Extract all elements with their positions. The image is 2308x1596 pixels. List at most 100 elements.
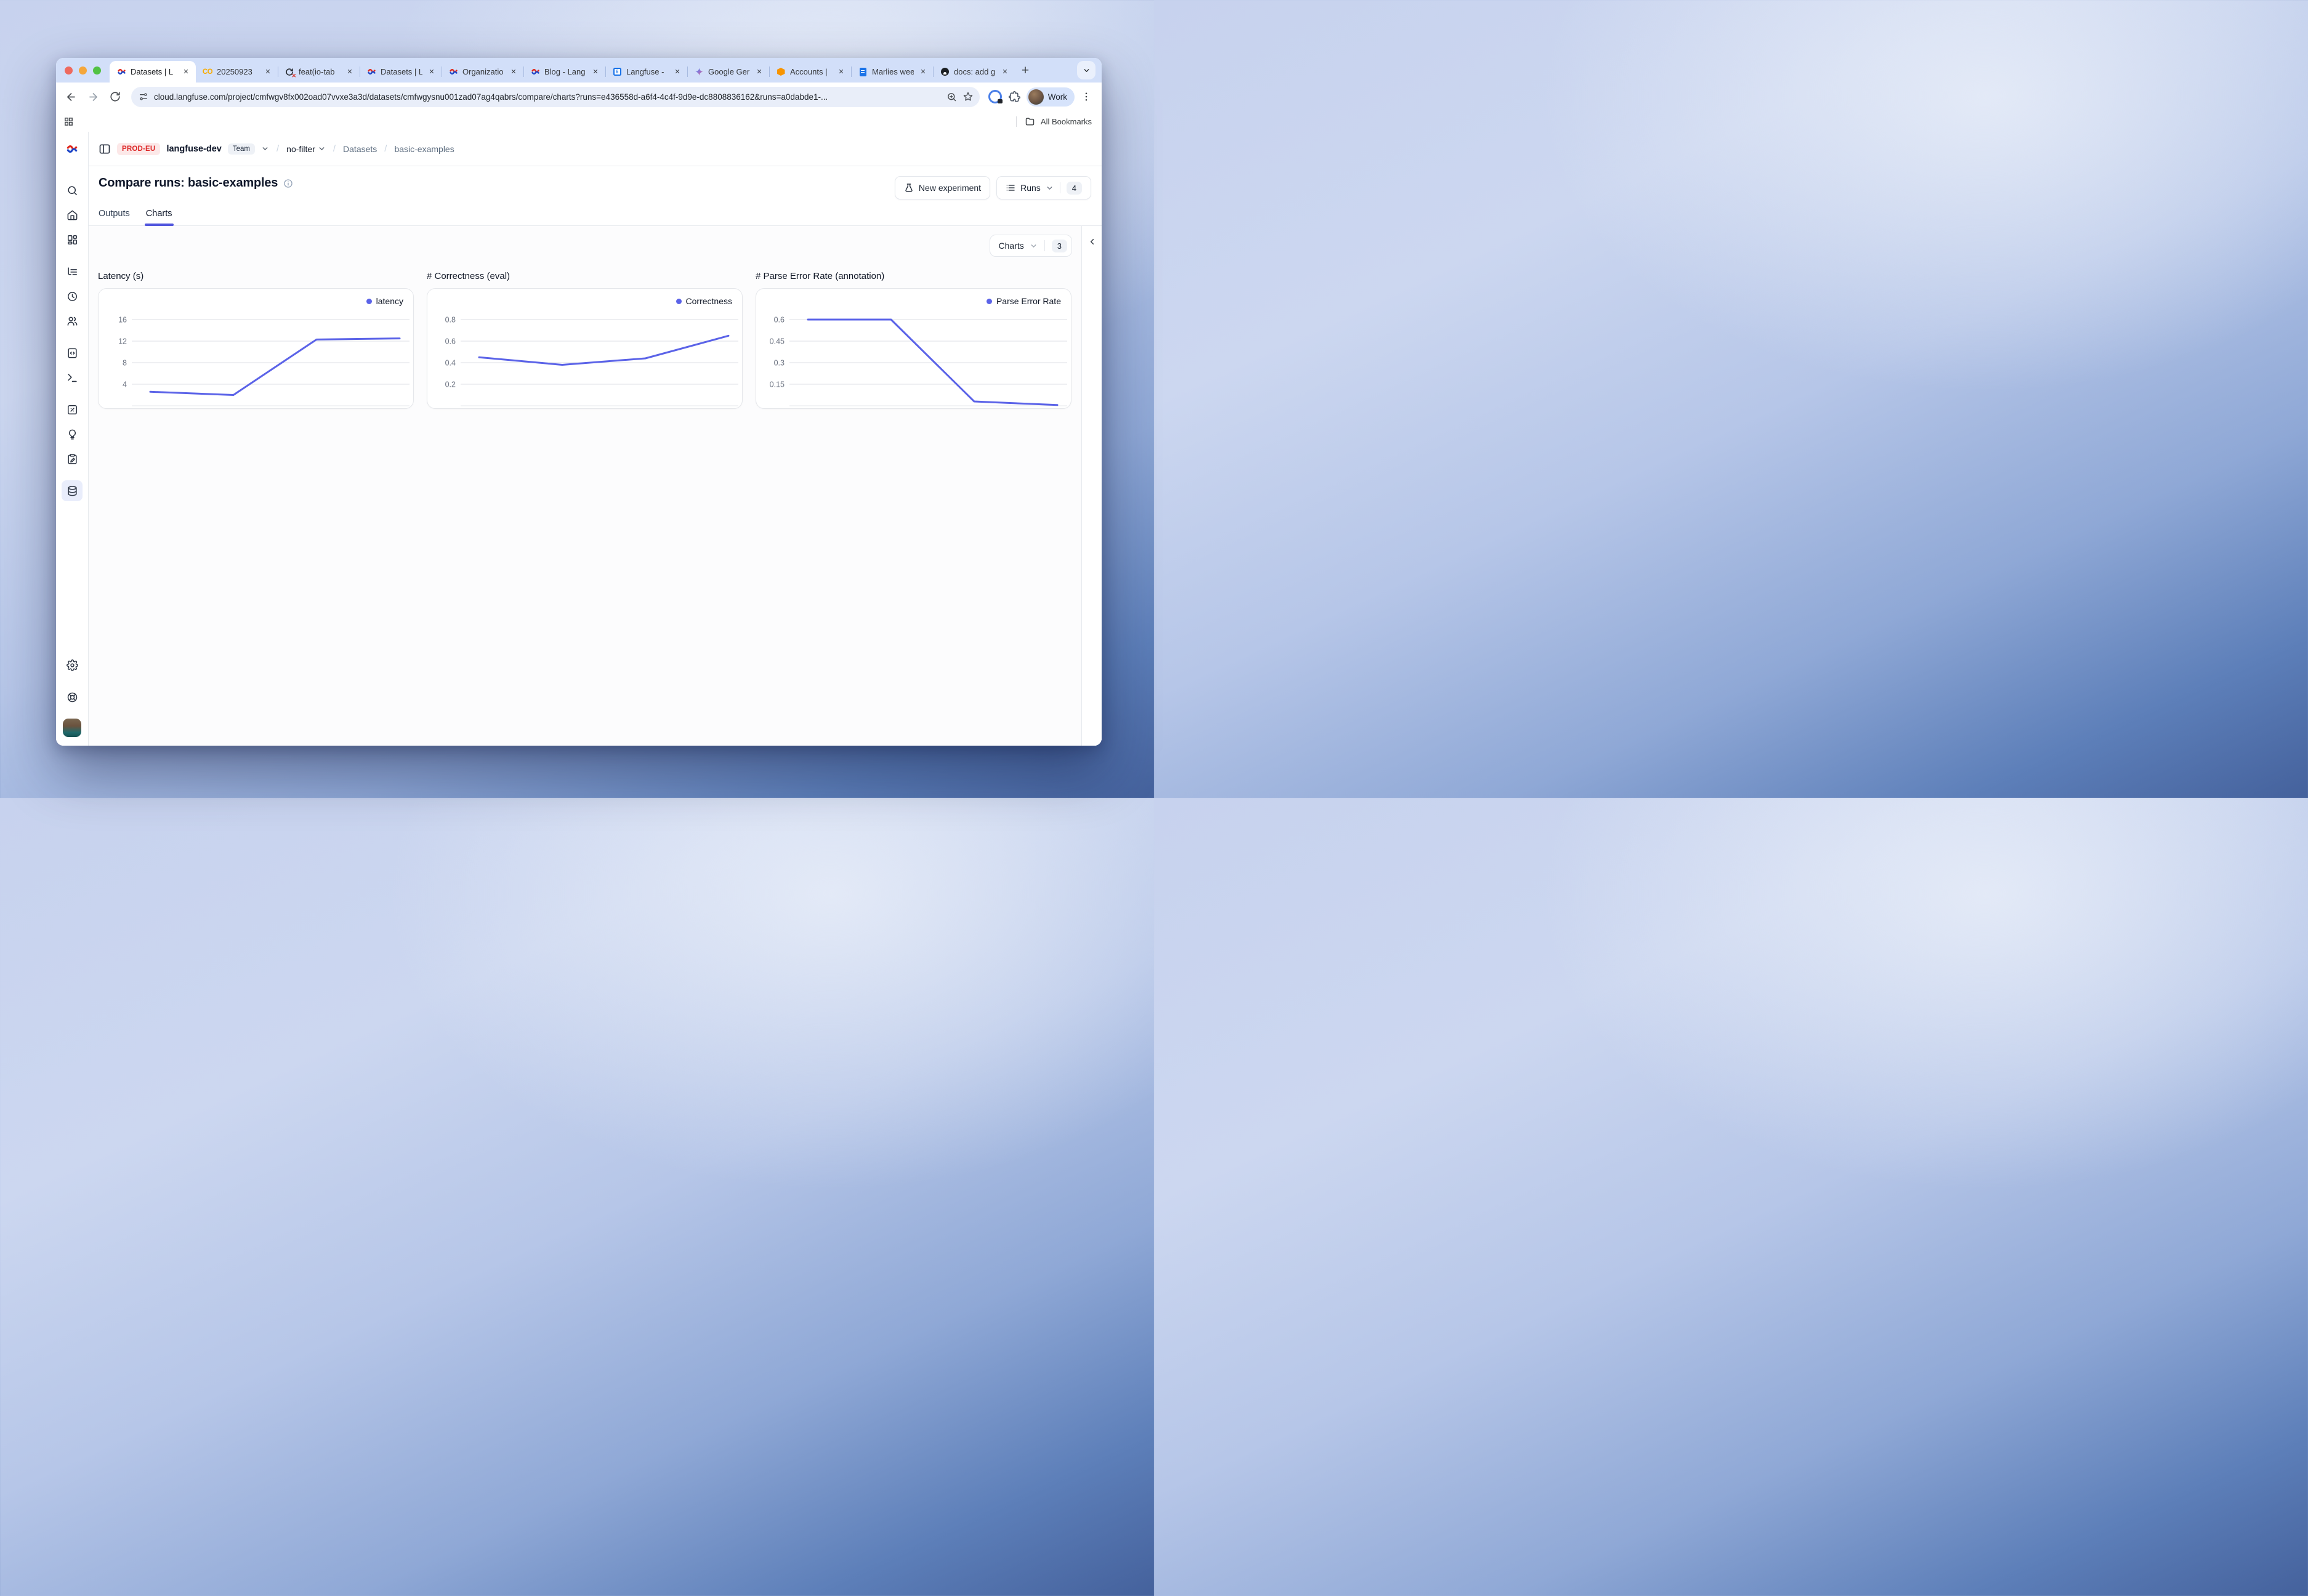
browser-tab-google-ger[interactable]: Google Ger ✕ [687,61,769,83]
tab-close-icon[interactable]: ✕ [754,68,764,76]
lightbulb-icon [67,429,78,440]
terminal-icon [67,372,78,384]
chart-legend: Parse Error Rate [987,296,1061,306]
tab-close-icon[interactable]: ✕ [836,68,846,76]
chart-card[interactable]: 0.60.450.30.15 Parse Error Rate [756,288,1071,409]
user-avatar[interactable] [63,719,81,737]
apps-grid-icon[interactable] [63,116,74,127]
chart-card[interactable]: 161284 latency [98,288,414,409]
organization-name[interactable]: langfuse-dev [166,144,221,154]
reload-button[interactable] [105,87,125,107]
sidebar-item-database[interactable] [62,480,83,501]
langfuse-logo-icon [66,143,78,155]
back-button[interactable] [61,87,81,107]
line-chart: 161284 [99,289,414,409]
sidebar-item-layout-grid[interactable] [62,229,83,250]
browser-profile-chip[interactable]: Work [1027,87,1075,107]
tab-close-icon[interactable]: ✕ [591,68,600,76]
colab-icon: CO [203,67,212,77]
browser-tab-20250923[interactable]: CO 20250923 ✕ [196,61,278,83]
password-manager-extension-icon[interactable] [988,90,1002,103]
new-experiment-button[interactable]: New experiment [895,176,990,200]
browser-tab-datasets-l[interactable]: Datasets | L ✕ [360,61,442,83]
runs-dropdown-button[interactable]: Runs 4 [996,176,1091,200]
langfuse-logo[interactable] [56,132,88,166]
sidebar-item-users[interactable] [62,310,83,331]
sidebar-item-file-code[interactable] [62,342,83,363]
extensions-puzzle-icon[interactable] [1008,91,1020,103]
sidebar-item-clipboard-pen[interactable] [62,448,83,469]
sidebar-toggle-button[interactable] [99,143,111,155]
tab-title: Organizatio [462,67,504,76]
browser-tab-blog-lang[interactable]: Blog - Lang ✕ [523,61,605,83]
list-tree-icon [67,266,78,278]
all-bookmarks[interactable]: All Bookmarks [1016,116,1092,127]
info-icon[interactable] [283,179,293,188]
langfuse-icon [530,67,540,77]
zoom-icon[interactable] [946,92,957,102]
org-switcher-chevron[interactable] [261,145,269,153]
browser-tab-accounts[interactable]: Accounts | ✕ [769,61,851,83]
data-line [479,336,728,365]
sidebar-item-terminal[interactable] [62,367,83,388]
sidebar-item-search[interactable] [62,180,83,201]
tab-close-icon[interactable]: ✕ [1000,68,1010,76]
y-axis-tick: 4 [123,381,127,389]
y-axis-tick: 0.15 [770,381,785,389]
arrow-right-icon [87,91,99,103]
chart-card[interactable]: 0.80.60.40.2 Correctness [427,288,743,409]
tab-outputs[interactable]: Outputs [99,209,130,225]
sidebar-item-list-tree[interactable] [62,261,83,282]
zoom-window-button[interactable] [93,66,101,75]
clock-icon [67,291,78,302]
tab-search-chevron[interactable] [1077,61,1095,79]
y-axis-tick: 0.8 [445,316,456,324]
tab-close-icon[interactable]: ✕ [345,68,355,76]
data-line [150,339,400,395]
window-controls [56,58,110,83]
chevron-left-icon[interactable] [1087,237,1097,246]
url-text: cloud.langfuse.com/project/cmfwgv8fx002o… [154,92,941,102]
browser-window: Datasets | L ✕ CO 20250923 ✕ ✕ feat(io-t… [56,58,1102,746]
browser-tab-list: Datasets | L ✕ CO 20250923 ✕ ✕ feat(io-t… [110,58,1015,83]
tab-title: Marlies wee [872,67,914,76]
tab-close-icon[interactable]: ✕ [509,68,518,76]
y-axis-tick: 0.4 [445,359,456,368]
tab-close-icon[interactable]: ✕ [672,68,682,76]
tab-close-icon[interactable]: ✕ [427,68,437,76]
breadcrumb-datasets-link[interactable]: Datasets [343,144,377,154]
sidebar-item-lightbulb[interactable] [62,424,83,445]
tab-close-icon[interactable]: ✕ [181,68,191,76]
minimize-window-button[interactable] [79,66,87,75]
github-pr-icon: ✕ [284,67,294,77]
sidebar-item-clock[interactable] [62,286,83,307]
browser-menu-icon[interactable] [1081,91,1092,102]
browser-tab-datasets-l[interactable]: Datasets | L ✕ [110,61,196,83]
tab-close-icon[interactable]: ✕ [263,68,273,76]
browser-tab-marlies-wee[interactable]: Marlies wee ✕ [851,61,933,83]
project-name[interactable]: no-filter [286,144,326,154]
tab-title: Langfuse - [626,67,668,76]
breadcrumb-dataset-name[interactable]: basic-examples [394,144,454,154]
profile-avatar [1028,89,1044,105]
bookmark-star-icon[interactable] [962,91,974,102]
forward-button[interactable] [83,87,103,107]
close-window-button[interactable] [65,66,73,75]
sidebar-item-percent-square[interactable] [62,399,83,420]
sidebar-rail [56,132,89,746]
chart-panel-0: Latency (s) 161284 latency [98,271,414,409]
url-bar[interactable]: cloud.langfuse.com/project/cmfwgv8fx002o… [131,87,980,107]
new-tab-button[interactable]: + [1015,60,1036,81]
browser-tab-docs-add-g[interactable]: docs: add g ✕ [933,61,1015,83]
browser-tab-organizatio[interactable]: Organizatio ✕ [442,61,523,83]
sidebar-item-life-buoy[interactable] [62,687,83,707]
tab-charts[interactable]: Charts [146,209,172,225]
charts-filter-button[interactable]: Charts 3 [990,235,1072,257]
browser-tab-feat-io-tab[interactable]: ✕ feat(io-tab ✕ [278,61,360,83]
sidebar-item-home[interactable] [62,204,83,225]
sidebar-item-settings[interactable] [62,655,83,675]
tab-close-icon[interactable]: ✕ [918,68,928,76]
folder-icon [1025,116,1035,127]
tab-title: Google Ger [708,67,750,76]
browser-tab-langfuse[interactable]: 6 Langfuse - ✕ [605,61,687,83]
